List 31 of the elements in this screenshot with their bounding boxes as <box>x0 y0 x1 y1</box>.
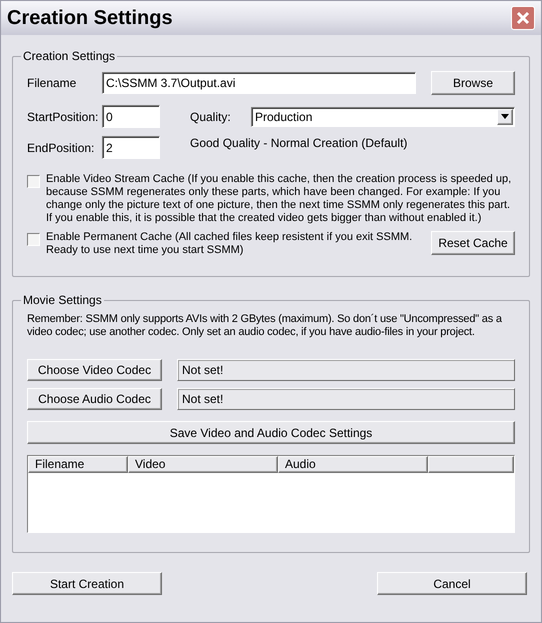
quality-dropdown[interactable]: Production <box>251 106 515 126</box>
window-title: Creation Settings <box>7 6 173 31</box>
codec-value-field: Not set! <box>177 388 515 410</box>
group-title: Creation Settings <box>22 48 116 65</box>
filename-label: Filename <box>27 75 78 92</box>
choose-codec-button[interactable]: Choose Video Codec <box>27 359 162 381</box>
codec-value-field: Not set! <box>177 359 515 381</box>
cancel-button[interactable]: Cancel <box>377 572 527 595</box>
group-title: Movie Settings <box>22 292 103 309</box>
column-header[interactable]: Video <box>128 456 278 472</box>
quality-label: Quality: <box>190 108 232 126</box>
codec-note: Remember: SSMM only supports AVIs with 2 GBytes (maximum). So don´t use "Uncompressed" as a video codec; use another codec. Only set an audio codec, if you have audio-files in your project. <box>27 313 503 339</box>
checkbox[interactable] <box>27 233 40 246</box>
column-header[interactable]: Filename <box>28 456 128 472</box>
end-position-label: EndPosition: <box>27 140 96 156</box>
choose-codec-button[interactable]: Choose Audio Codec <box>27 388 162 410</box>
close-icon <box>516 11 530 25</box>
start-position-label: StartPosition: <box>27 108 100 126</box>
reset-cache-button[interactable]: Reset Cache <box>431 231 515 255</box>
start-position-field[interactable]: 0 <box>102 105 160 128</box>
quality-description: Good Quality - Normal Creation (Default) <box>190 135 408 152</box>
checkbox[interactable] <box>27 175 40 188</box>
close-button[interactable] <box>511 6 535 30</box>
browse-button[interactable]: Browse <box>431 71 515 95</box>
filename-field[interactable]: C:\SSMM 3.7\Output.avi <box>102 72 416 94</box>
start-creation-button[interactable]: Start Creation <box>12 572 162 595</box>
checkbox-label: Enable Permanent Cache (All cached files keep resistent if you exit SSMM. Ready to use next time you start SSMM) <box>46 231 414 257</box>
column-header[interactable]: Audio <box>278 456 428 472</box>
end-position-field[interactable]: 2 <box>102 136 160 159</box>
save-codec-settings-button[interactable]: Save Video and Audio Codec Settings <box>27 421 515 444</box>
checkbox-label: Enable Video Stream Cache (If you enable this cache, then the creation process is speeded up, because SSMM regenerates only these parts, which have been changed. For example: If you change only the picture text of one picture, then the next time SSMM only regenerates this part. If you enable this, it is possible that the created video gets bigger than without enabled it.) <box>46 173 512 225</box>
